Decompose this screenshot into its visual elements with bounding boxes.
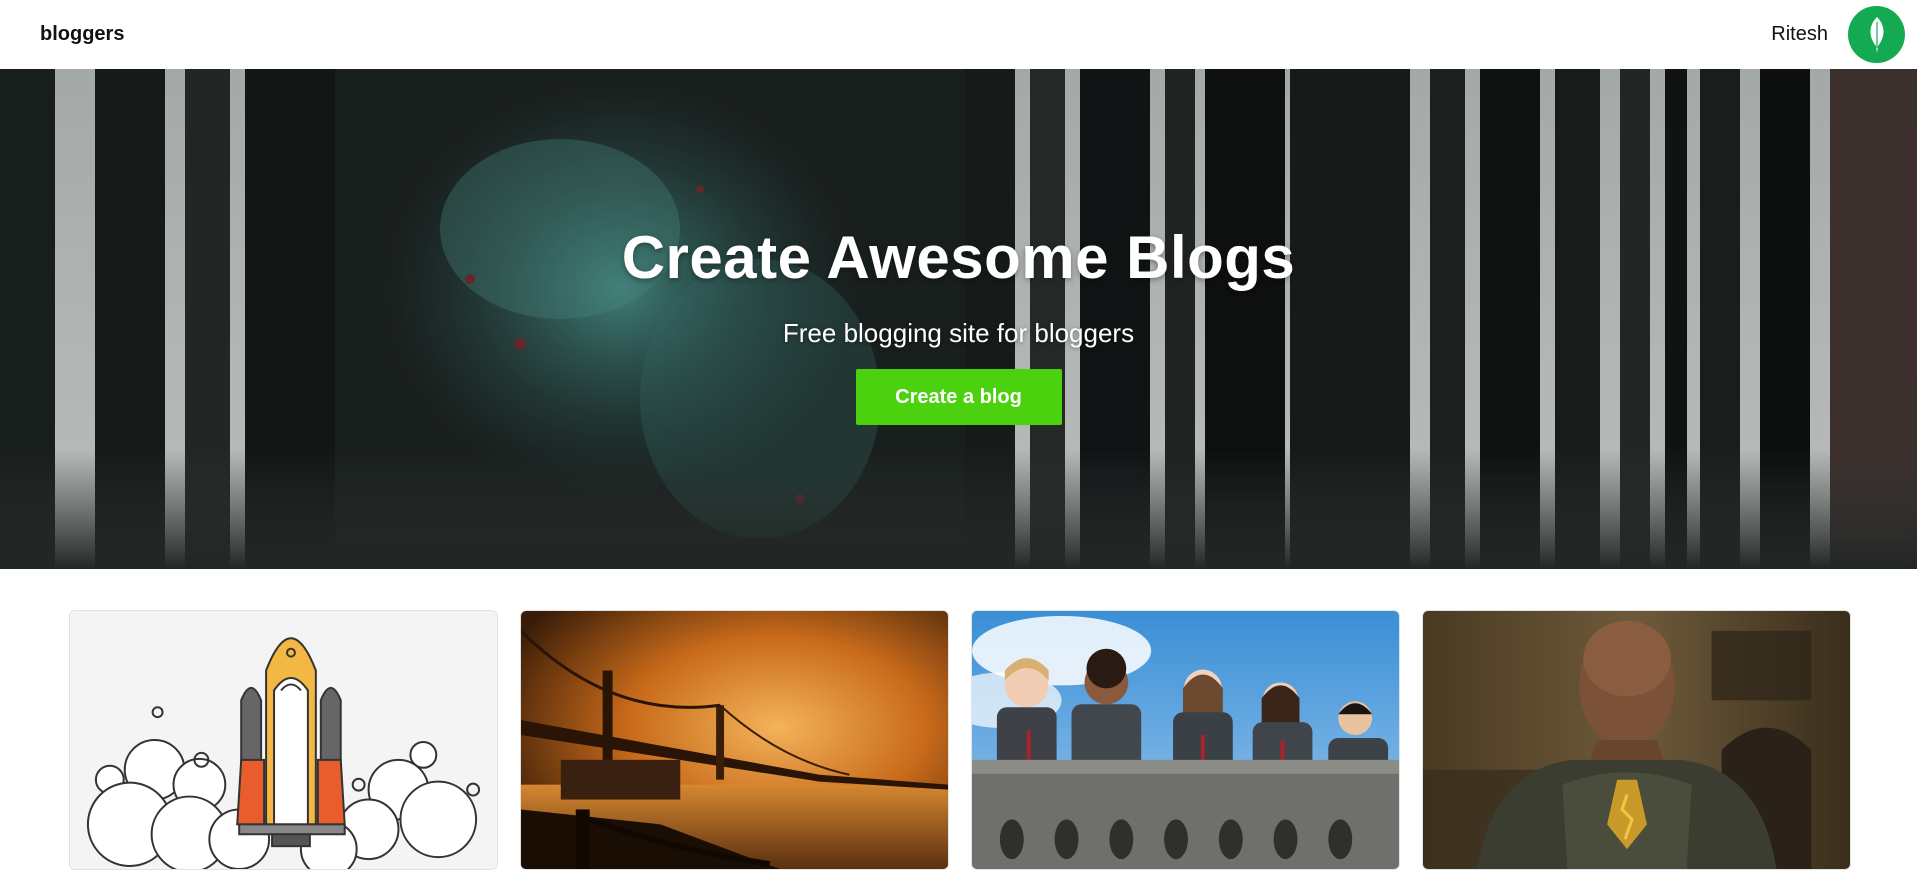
hero-banner: Create Awesome Blogs Free blogging site … <box>0 69 1917 569</box>
user-avatar[interactable] <box>1848 6 1905 63</box>
blog-card[interactable] <box>971 610 1400 870</box>
hero-title: Create Awesome Blogs <box>621 224 1296 291</box>
blog-grid <box>69 610 1852 870</box>
username-link[interactable]: Ritesh <box>1771 23 1828 46</box>
hero-content: Create Awesome Blogs Free blogging site … <box>0 69 1917 569</box>
leaf-icon <box>1869 16 1884 53</box>
hero-subtitle: Free blogging site for bloggers <box>782 318 1135 348</box>
blog-card[interactable] <box>69 610 498 870</box>
blog-card[interactable] <box>1422 610 1851 870</box>
foggy-bridge-at-night-photo <box>521 611 948 869</box>
create-blog-button[interactable]: Create a blog <box>855 369 1062 425</box>
rocket-launch-illustration <box>70 611 497 869</box>
blog-card[interactable] <box>520 610 949 870</box>
navbar: bloggers Ritesh <box>0 0 1917 69</box>
man-in-armored-suit-photo <box>1423 611 1850 869</box>
nav-user-area: Ritesh <box>1771 6 1905 63</box>
brand-logo-link[interactable]: bloggers <box>40 23 124 46</box>
children-on-balcony-photo <box>972 611 1399 869</box>
